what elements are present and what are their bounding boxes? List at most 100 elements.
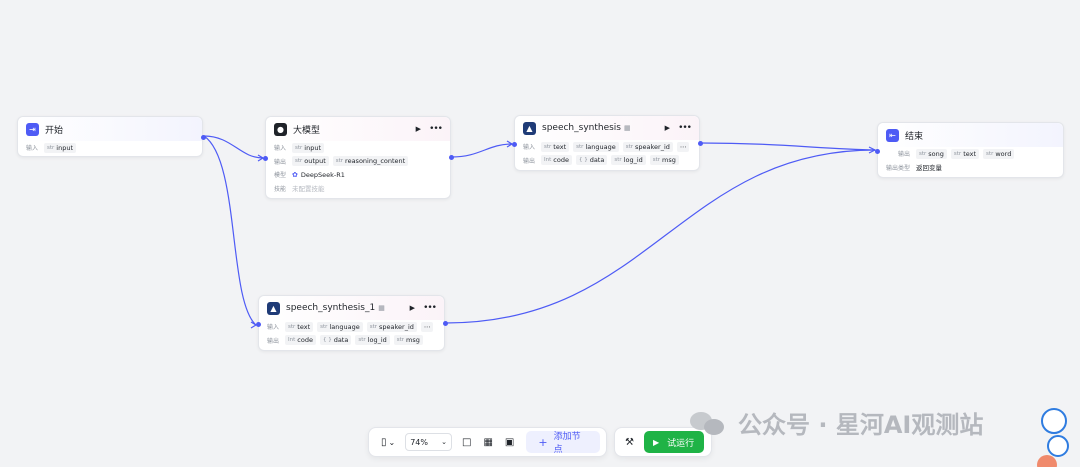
node-end-output-type-row: 输出类型 返回变量 xyxy=(878,161,1063,175)
param-tag: str msg xyxy=(393,335,423,346)
more-icon[interactable]: ••• xyxy=(429,124,443,134)
play-icon[interactable]: ▶ xyxy=(416,125,421,133)
param-tag: str log_id xyxy=(355,335,390,346)
param-tag: str reasoning_content xyxy=(332,156,409,167)
play-icon[interactable]: ▶ xyxy=(410,304,415,312)
input-label: 输入 xyxy=(274,145,287,153)
output-port[interactable] xyxy=(698,141,703,146)
param-tag: str output xyxy=(292,156,329,167)
info-icon: ▦ xyxy=(624,124,631,132)
output-port[interactable] xyxy=(201,135,206,140)
node-speech-synthesis[interactable]: ▲ speech_synthesis ▦ ▶ ••• 输入 str text st… xyxy=(512,115,703,171)
watermark-text: 公众号 · 星河AI观测站 xyxy=(738,411,984,439)
more-icon[interactable]: ••• xyxy=(678,123,692,133)
output-label: 输出 xyxy=(274,158,287,166)
edge-start-to-speech2 xyxy=(203,135,257,326)
edge-speech1-to-end xyxy=(700,142,876,151)
node-speech2-header: ▲ speech_synthesis_1 ▦ ▶ ••• xyxy=(259,296,444,320)
param-tag: str language xyxy=(317,321,363,332)
input-port[interactable] xyxy=(512,142,517,147)
param-tag: str text xyxy=(950,148,980,159)
edge-speech2-to-end xyxy=(445,149,876,324)
output-port[interactable] xyxy=(443,321,448,326)
param-tag: { } data xyxy=(319,335,352,346)
start-icon: ⇥ xyxy=(26,122,39,136)
comment-icon[interactable]: □ xyxy=(462,437,471,448)
floating-avatar[interactable] xyxy=(1041,408,1067,434)
add-node-label: 添加节点 xyxy=(553,432,581,455)
param-tag: str text xyxy=(541,141,570,152)
node-end-output-row: 输出 str song str text str word xyxy=(878,147,1063,161)
param-tag: str log_id xyxy=(611,155,646,166)
node-end-header: ⇤ 结束 xyxy=(878,123,1063,147)
chevron-down-icon: ⌄ xyxy=(441,438,448,446)
input-port[interactable] xyxy=(256,322,261,327)
model-label: 模型 xyxy=(274,172,287,180)
param-tag: Int code xyxy=(285,335,316,346)
more-icon[interactable]: ••• xyxy=(423,303,437,313)
zoom-value: 74% xyxy=(410,437,428,447)
node-end-title: 结束 xyxy=(905,131,924,142)
node-speech2-input-row: 输入 str text str language str speaker_id ⋯ xyxy=(259,320,444,334)
node-start-title: 开始 xyxy=(45,125,64,136)
input-label: 输入 xyxy=(26,145,39,153)
node-speech2-title: speech_synthesis_1 xyxy=(286,303,376,313)
node-speech1-title: speech_synthesis xyxy=(542,123,621,133)
input-port[interactable] xyxy=(875,149,880,154)
node-llm-header: ● 大模型 ▶ ••• xyxy=(266,117,450,141)
node-speech1-output-row: 输出 Int code { } data str log_id str msg xyxy=(515,154,699,168)
skill-value: 未配置技能 xyxy=(292,185,325,194)
param-tag: Int code xyxy=(541,155,572,166)
output-port[interactable] xyxy=(449,155,454,160)
node-llm-output-row: 输出 str output str reasoning_content xyxy=(266,155,450,169)
input-label: 输入 xyxy=(523,144,536,152)
node-speech-synthesis-1[interactable]: ▲ speech_synthesis_1 ▦ ▶ ••• 输入 str text … xyxy=(256,295,448,351)
node-llm-model-row: 模型 ✿ DeepSeek-R1 xyxy=(266,168,450,182)
speech-plugin-icon: ▲ xyxy=(267,301,280,315)
skill-label: 技能 xyxy=(274,185,287,193)
end-icon: ⇤ xyxy=(886,128,899,142)
play-icon[interactable]: ▶ xyxy=(665,124,670,132)
node-start[interactable]: ⇥ 开始 输入 str input xyxy=(17,116,206,157)
param-tag: { } data xyxy=(575,155,608,166)
param-tag: str text xyxy=(285,321,314,332)
output-label: 输出 xyxy=(523,157,536,165)
param-tag: str song xyxy=(916,148,947,159)
zoom-select[interactable]: 74% ⌄ xyxy=(405,433,453,451)
chevron-down-icon[interactable]: ⌄ xyxy=(389,438,396,447)
more-params-tag[interactable]: ⋯ xyxy=(676,141,690,152)
output-label: 输出 xyxy=(267,337,280,345)
play-icon: ▶ xyxy=(652,437,660,447)
node-start-header: ⇥ 开始 xyxy=(18,117,202,141)
wrench-icon[interactable]: ⚒ xyxy=(625,437,634,448)
add-node-button[interactable]: + 添加节点 xyxy=(526,431,600,455)
plus-icon: + xyxy=(538,435,548,449)
edge-layer xyxy=(203,135,877,329)
node-llm-skill-row: 技能 未配置技能 xyxy=(266,182,450,196)
param-tag: str speaker_id xyxy=(366,321,417,332)
floating-avatar[interactable] xyxy=(1047,435,1069,457)
node-llm[interactable]: ● 大模型 ▶ ••• 输入 str input 输出 str output str… xyxy=(263,116,454,199)
workflow-canvas[interactable]: ⇥ 开始 输入 str input ● 大模型 ▶ ••• 输入 str input… xyxy=(0,0,1080,467)
output-label: 输出 xyxy=(898,151,911,159)
watermark: 公众号 · 星河AI观测站 xyxy=(690,405,983,440)
node-start-input-row: 输入 str input xyxy=(18,141,202,155)
param-tag: str msg xyxy=(649,155,679,166)
edge-start-to-llm xyxy=(203,135,264,159)
minimap-icon[interactable]: ▣ xyxy=(505,437,514,448)
node-llm-title: 大模型 xyxy=(293,125,321,136)
node-speech1-header: ▲ speech_synthesis ▦ ▶ ••• xyxy=(515,116,699,140)
node-speech2-output-row: 输出 Int code { } data str log_id str msg xyxy=(259,334,444,348)
layout-icon[interactable]: ▦ xyxy=(483,437,492,448)
more-params-tag[interactable]: ⋯ xyxy=(420,321,434,332)
output-type-value: 返回变量 xyxy=(916,164,942,173)
input-port[interactable] xyxy=(263,156,268,161)
mouse-icon[interactable]: ▯ xyxy=(381,437,387,448)
info-icon: ▦ xyxy=(378,304,385,312)
node-end[interactable]: ⇤ 结束 输出 str song str text str word 输出类型 返回变… xyxy=(875,122,1064,178)
input-label: 输入 xyxy=(267,324,280,332)
node-llm-input-row: 输入 str input xyxy=(266,141,450,155)
speech-plugin-icon: ▲ xyxy=(523,121,536,135)
model-icon: ✿ xyxy=(292,170,298,179)
param-tag: str speaker_id xyxy=(622,141,673,152)
